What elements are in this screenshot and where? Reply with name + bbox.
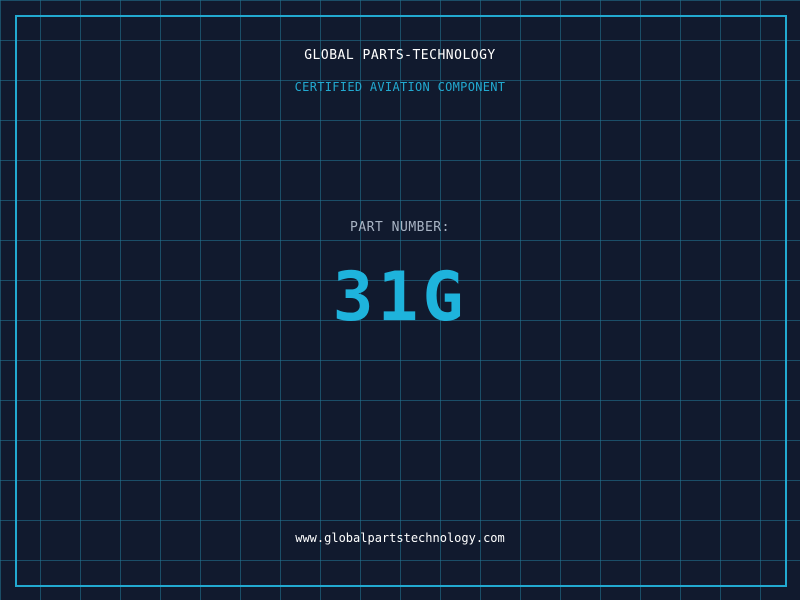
part-number-label: PART NUMBER:: [350, 220, 450, 235]
tagline: CERTIFIED AVIATION COMPONENT: [294, 80, 506, 94]
part-card: GLOBAL PARTS-TECHNOLOGY CERTIFIED AVIATI…: [0, 0, 800, 600]
part-number-value: 31G: [332, 258, 468, 337]
website-url: www.globalpartstechnology.com: [295, 531, 505, 545]
company-name: GLOBAL PARTS-TECHNOLOGY: [304, 48, 496, 63]
